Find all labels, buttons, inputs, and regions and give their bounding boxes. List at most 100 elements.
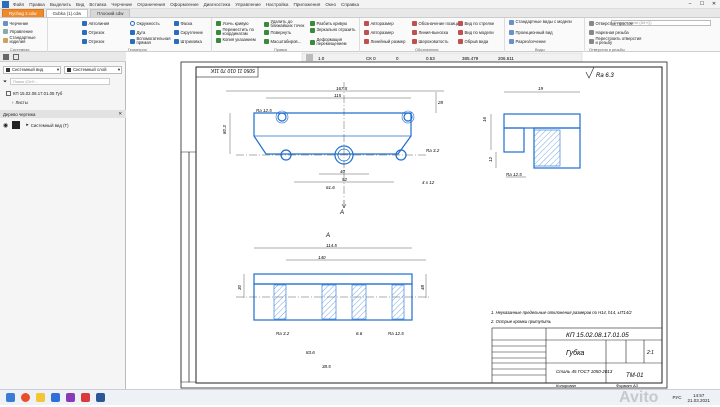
language-indicator[interactable]: РУС: [672, 395, 681, 400]
trim-button[interactable]: Усечь кривую: [216, 21, 249, 26]
tree-item-sheets[interactable]: › Листы: [0, 98, 126, 106]
projection-view-button[interactable]: Проекционный вид: [509, 30, 553, 35]
app-icon[interactable]: [66, 393, 75, 402]
menu-apps[interactable]: Приложения: [293, 2, 320, 7]
cursor-icon[interactable]: [306, 54, 313, 61]
dim-52: 52: [342, 177, 348, 182]
autodim-button[interactable]: Авторазмер: [364, 21, 394, 26]
document-tabs: Rychag 2.cdw Gubka (1).cdw Плоский.cdw: [0, 9, 720, 18]
drawing-canvas[interactable]: 1.0 СК 0 0 0.53 385.479 206.611 5050 11 …: [126, 52, 720, 389]
yandex-icon[interactable]: [21, 393, 30, 402]
dim-16: 16: [482, 116, 487, 122]
tree-row-view[interactable]: ◉ ▸ Системный вид (Т): [0, 120, 126, 130]
circle-icon: [130, 21, 135, 26]
simple-hole-button[interactable]: Отверстие простое: [589, 21, 633, 26]
leader-button[interactable]: Линия-выноска: [412, 30, 448, 35]
windows-start-icon[interactable]: [6, 393, 15, 402]
copy-button[interactable]: Копия указанием: [216, 37, 262, 43]
delete-to-nearest-button[interactable]: Удалить до ближайших точек: [264, 19, 310, 29]
tab-ploskiy[interactable]: Плоский.cdw: [90, 9, 131, 17]
autoline-button[interactable]: Автолиния: [82, 21, 109, 26]
rebuild-holes-button[interactable]: Перестроить отверстия и резьбу: [589, 36, 643, 46]
mirror-button[interactable]: Зеркально отразить: [310, 27, 356, 33]
close-icon[interactable]: ✕: [708, 1, 720, 7]
circle-button[interactable]: Окружность: [130, 21, 160, 26]
system-layer-select[interactable]: Системный слой ▾: [64, 65, 122, 74]
line-scale-value[interactable]: 1.0: [318, 56, 325, 61]
menu-help[interactable]: Справка: [341, 2, 359, 7]
menu-drawing[interactable]: Черчение: [111, 2, 132, 7]
panel-icons-row: [0, 52, 126, 62]
close-icon[interactable]: ✕: [118, 111, 122, 117]
management-button[interactable]: Управление: [3, 29, 33, 34]
chamfer-button[interactable]: Фаска: [174, 21, 192, 26]
move-icon: [216, 29, 221, 35]
section-button[interactable]: Разрез/сечение: [509, 39, 546, 44]
hatch-button[interactable]: Штриховка: [174, 39, 202, 44]
dim-80-3: 80.3: [222, 125, 227, 134]
eye-icon[interactable]: ◉: [3, 122, 8, 129]
move-coords-button[interactable]: Переместить по координатам: [216, 27, 262, 37]
dim-12: 12: [488, 156, 493, 162]
menu-view[interactable]: Вид: [76, 2, 84, 7]
menu-file[interactable]: Файл: [13, 2, 24, 7]
deform-button[interactable]: Деформация перемещением: [310, 37, 356, 47]
aux-line-button[interactable]: Вспомогательная прямая: [130, 36, 170, 46]
thread-button[interactable]: Нарезная резьба: [589, 30, 629, 35]
menu-constraints[interactable]: Ограничения: [137, 2, 165, 7]
roughness-button[interactable]: Шероховатость: [412, 39, 448, 44]
mirror-icon: [310, 28, 315, 33]
kompas-taskbar-icon[interactable]: [51, 393, 60, 402]
arc-button[interactable]: Дуга: [130, 30, 145, 35]
layer-selectors: Системный вид ▾ Системный слой ▾: [0, 65, 126, 74]
cs-select[interactable]: СК 0: [366, 56, 376, 61]
ribbon-group-geometry: Автолиния Отрезок Отрезок Окружность Дуг…: [48, 18, 212, 52]
autodim-button-2[interactable]: Авторазмер: [364, 30, 394, 35]
word-icon[interactable]: [96, 393, 105, 402]
acrobat-icon[interactable]: [81, 393, 90, 402]
system-view-select[interactable]: Системный вид ▾: [3, 65, 61, 74]
view-state-icon[interactable]: [12, 121, 21, 129]
menu-insert[interactable]: Вставка: [89, 2, 106, 7]
maximize-icon[interactable]: ☐: [696, 1, 708, 7]
position-mark-button[interactable]: Обозначение позиции: [412, 21, 461, 26]
model-view-button[interactable]: Вид по модели: [458, 30, 494, 35]
standard-views-button[interactable]: Стандартные виды с модели: [509, 19, 583, 25]
menu-edit[interactable]: Правка: [29, 2, 45, 7]
side-hatch: [533, 129, 561, 167]
menu-diagnostics[interactable]: Диагностика: [204, 2, 231, 7]
chevron-down-icon: ▾: [56, 66, 59, 72]
tree-search-input[interactable]: Поиск (Ctrl+...: [10, 78, 111, 85]
dim-48: 48: [420, 284, 425, 290]
tab-gubka[interactable]: Gubka (1).cdw: [45, 9, 89, 17]
standard-parts-button[interactable]: Стандартные изделия: [3, 35, 45, 45]
section-view-label: А: [325, 233, 330, 239]
menu-format[interactable]: Оформление: [170, 2, 199, 7]
scale-button[interactable]: Масштабиров...: [264, 39, 301, 44]
minimize-icon[interactable]: –: [684, 1, 696, 7]
kompas-app-icon: [2, 0, 9, 8]
segment-button[interactable]: Отрезок: [82, 30, 104, 35]
segment-button-2[interactable]: Отрезок: [82, 39, 104, 44]
panel-menu-icon[interactable]: [3, 53, 9, 60]
zoom-value[interactable]: 0.53: [426, 56, 435, 61]
folder-icon[interactable]: [36, 393, 45, 402]
menu-window[interactable]: Окно: [325, 2, 336, 7]
linear-dim-button[interactable]: Линейный размер: [364, 39, 405, 44]
panel-properties-icon[interactable]: [13, 53, 19, 60]
rotate-button[interactable]: Повернуть: [264, 30, 291, 35]
arrow-view-button[interactable]: Вид по стрелке: [458, 21, 494, 26]
title-material: Сталь 45 ГОСТ 1050-2013: [556, 369, 613, 374]
break-view-button[interactable]: Обрыв вида: [458, 39, 488, 44]
menu-select[interactable]: Выделить: [50, 2, 71, 7]
menu-control[interactable]: Управление: [235, 2, 261, 7]
menu-settings[interactable]: Настройка: [266, 2, 289, 7]
fillet-button[interactable]: Скругление: [174, 30, 203, 35]
split-curve-button[interactable]: Разбить кривую: [310, 21, 347, 26]
filter-icon[interactable]: ⏷: [3, 79, 7, 85]
clock[interactable]: 14:57 21.03.2021: [687, 393, 710, 403]
tab-rychag[interactable]: Rychag 2.cdw: [2, 9, 44, 17]
dimension-icon: [364, 21, 369, 26]
tree-item-document[interactable]: КП 15.02.08.17.01.05 Губ: [0, 89, 126, 97]
drawing-mode-button[interactable]: Черчение: [3, 21, 28, 26]
